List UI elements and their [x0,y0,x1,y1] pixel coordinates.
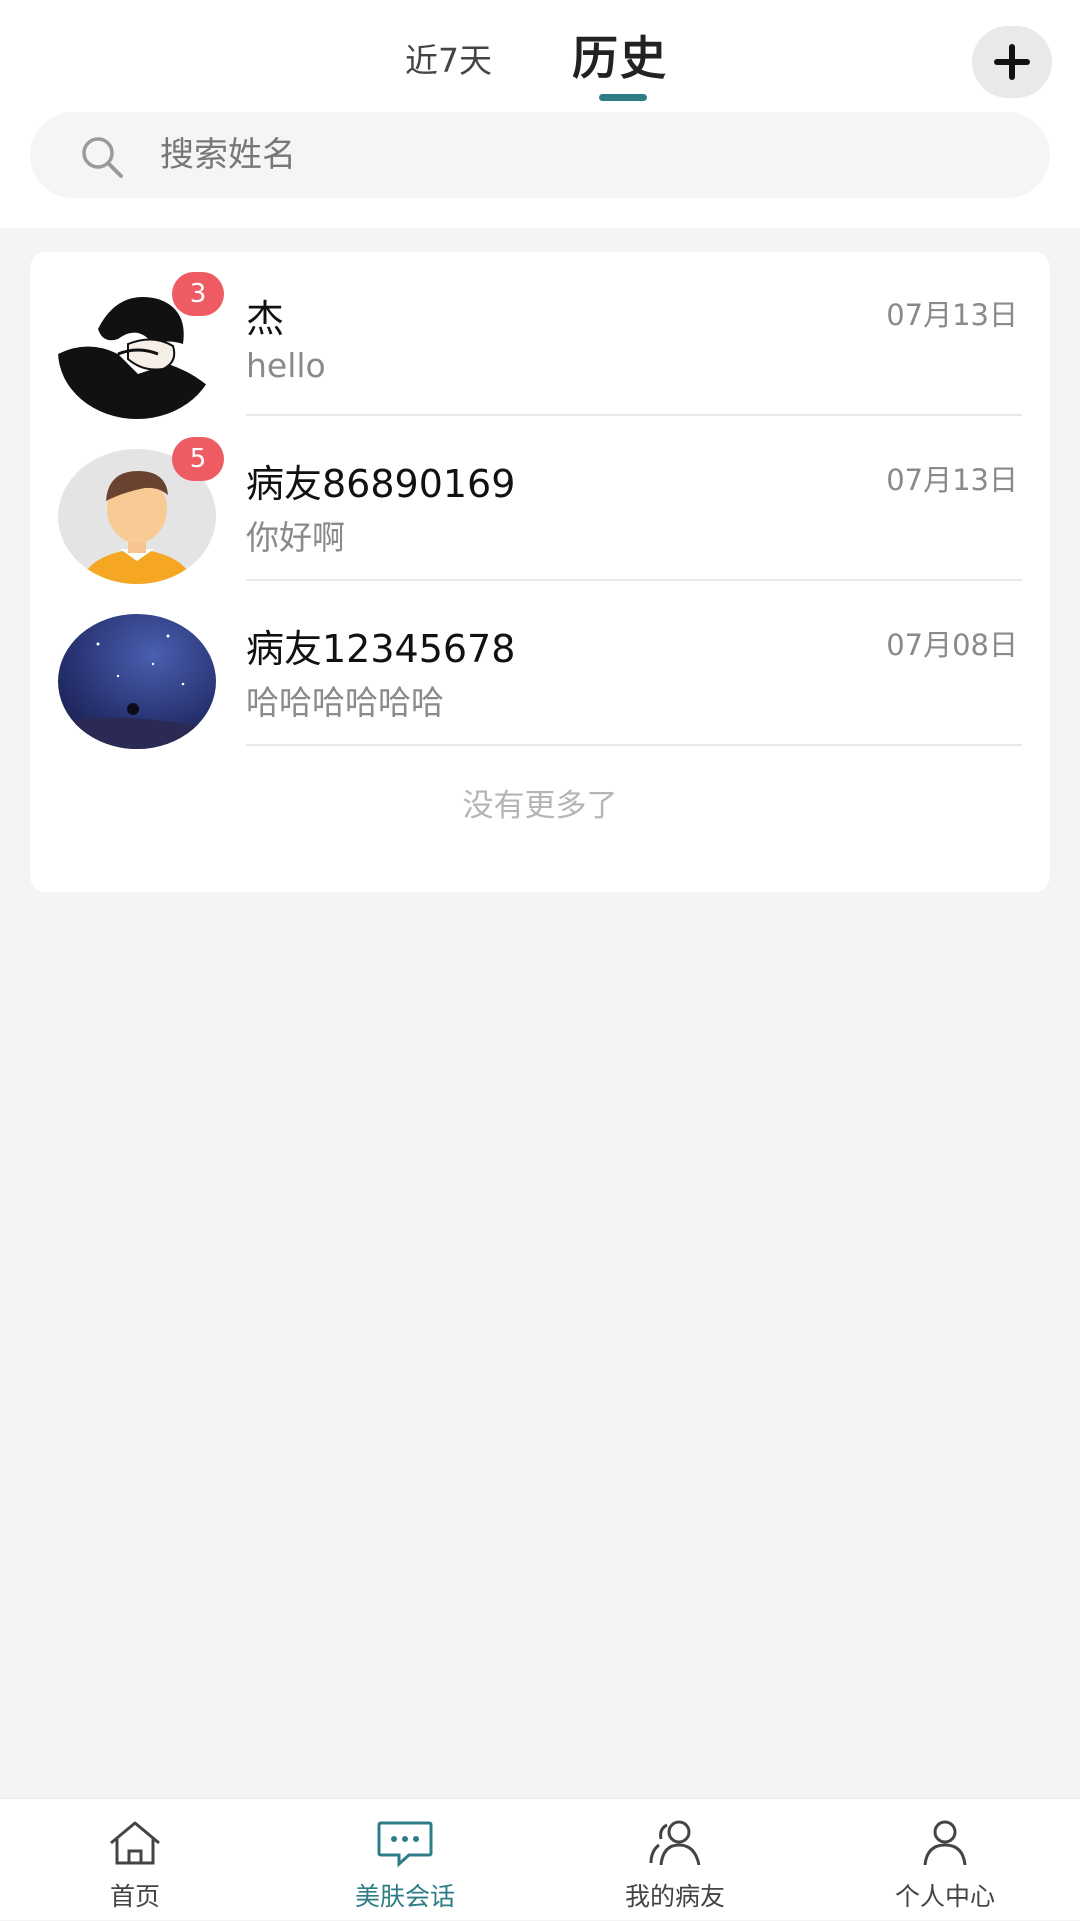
divider [246,579,1022,581]
nav-label: 美肤会话 [354,1882,455,1911]
tab-bar: 近7天 历史 [0,0,1080,110]
search-icon [82,137,123,178]
contact-name: 病友12345678 [246,627,516,671]
conversation-item[interactable]: 3 杰 hello 07月13日 [30,252,1050,419]
home-icon [110,1821,160,1865]
search-input[interactable] [160,126,1020,184]
divider [246,414,1022,416]
chat-bubble-icon [377,1821,433,1868]
nav-label: 个人中心 [894,1882,995,1911]
search-bar[interactable] [30,112,1050,198]
unread-badge: 5 [172,437,224,481]
tab-history[interactable]: 历史 [572,22,668,88]
message-date: 07月08日 [886,628,1018,662]
nav-item-chat[interactable]: 美肤会话 [270,1799,540,1921]
message-date: 07月13日 [886,298,1018,332]
list-end-text: 没有更多了 [462,788,618,824]
conversation-list: 3 杰 hello 07月13日 5 病友86890169 你好啊 07月13日 [30,252,1050,892]
contact-name: 杰 [246,297,285,341]
conversation-item[interactable]: 5 病友86890169 你好啊 07月13日 [30,417,1050,584]
message-preview: 你好啊 [246,518,345,557]
nav-label: 首页 [109,1882,160,1911]
message-preview: 哈哈哈哈哈哈 [246,683,444,722]
avatar [58,614,216,749]
message-date: 07月13日 [886,463,1018,497]
tab-recent-7-days[interactable]: 近7天 [405,34,492,82]
add-button[interactable] [972,26,1052,98]
nav-item-patients[interactable]: 我的病友 [540,1799,810,1921]
nav-label: 我的病友 [624,1882,725,1911]
contact-name: 病友86890169 [246,462,516,506]
message-preview: hello [246,346,326,385]
conversation-item[interactable]: 病友12345678 哈哈哈哈哈哈 07月08日 [30,582,1050,749]
header: 近7天 历史 [0,0,1080,228]
divider [246,744,1022,746]
unread-badge: 3 [172,272,224,316]
person-icon [923,1820,967,1866]
people-icon [649,1820,701,1866]
active-tab-indicator [599,94,647,101]
nav-item-home[interactable]: 首页 [0,1799,270,1921]
bottom-nav: 首页 美肤会话 我的病友 个人中心 [0,1798,1080,1920]
nav-item-profile[interactable]: 个人中心 [810,1799,1080,1921]
